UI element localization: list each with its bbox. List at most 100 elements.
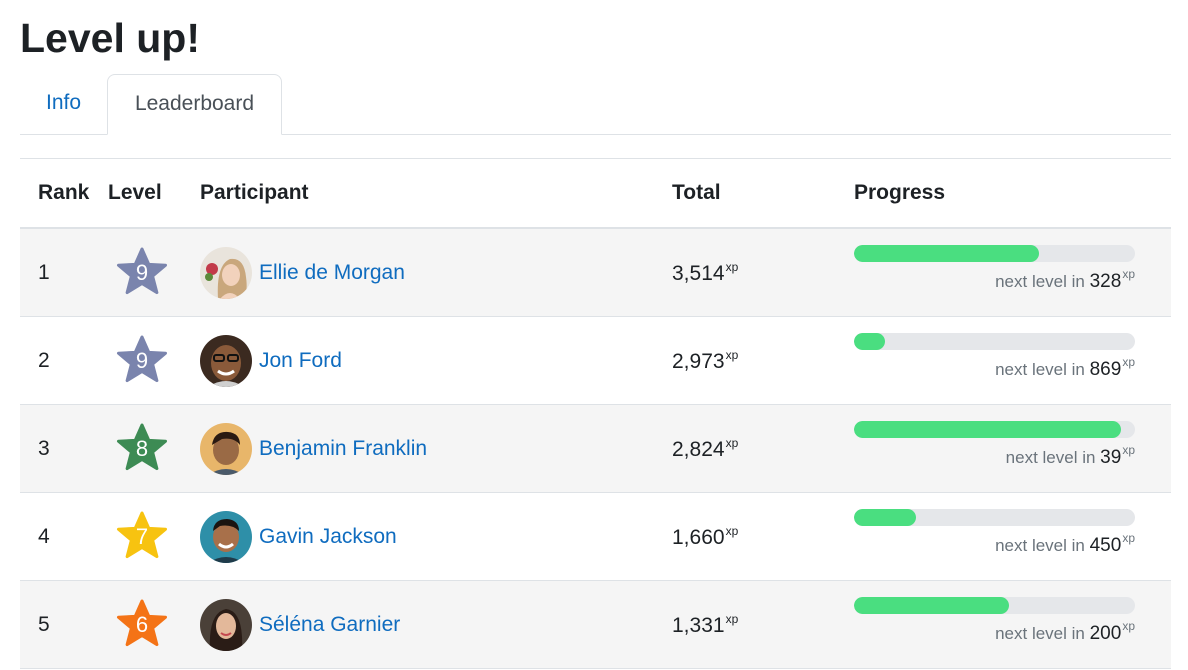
- progress-cell: next level in 869xp: [854, 316, 1171, 405]
- total-cell: 3,514xp: [672, 228, 854, 317]
- next-level-value: 869: [1089, 358, 1122, 380]
- total-value: 2,973: [672, 349, 725, 373]
- level-cell: 8: [108, 404, 200, 493]
- avatar: [200, 334, 252, 387]
- table-header-row: Rank Level Participant Total Progress: [20, 158, 1171, 229]
- participant-cell: Séléna Garnier: [200, 580, 672, 669]
- participant-cell: Jon Ford: [200, 316, 672, 405]
- total-value: 2,824: [672, 437, 725, 461]
- total-value: 1,331: [672, 613, 725, 637]
- table-row: 5 6 Séléna Garnier 1,331xp next level in 200…: [20, 580, 1171, 669]
- total-cell: 1,331xp: [672, 580, 854, 669]
- total-cell: 2,973xp: [672, 316, 854, 405]
- participant-link[interactable]: Séléna Garnier: [259, 613, 400, 637]
- progress-cell: next level in 450xp: [854, 492, 1171, 581]
- progress-bar-fill: [854, 596, 1009, 614]
- next-level-label: next level in: [995, 535, 1085, 555]
- progress-bar: [854, 332, 1135, 350]
- next-level-label: next level in: [995, 623, 1085, 643]
- next-level-info: next level in 450xp: [854, 531, 1135, 557]
- rank-header: Rank: [20, 158, 108, 229]
- table-row: 2 9 Jon Ford 2,973xp next level in 869xp: [20, 316, 1171, 405]
- tab-info[interactable]: Info: [20, 74, 107, 134]
- level-number: 9: [135, 259, 149, 285]
- next-level-value: 39: [1100, 446, 1122, 468]
- rank-cell: 1: [20, 228, 108, 317]
- participant-cell: Gavin Jackson: [200, 492, 672, 581]
- progress-cell: next level in 39xp: [854, 404, 1171, 493]
- xp-unit: xp: [725, 435, 739, 450]
- xp-unit: xp: [725, 523, 739, 538]
- tab-bar: Info Leaderboard: [20, 74, 1171, 135]
- progress-cell: next level in 200xp: [854, 580, 1171, 669]
- next-level-label: next level in: [995, 271, 1085, 291]
- participant-header: Participant: [200, 158, 672, 229]
- level-cell: 9: [108, 228, 200, 317]
- participant-link[interactable]: Jon Ford: [259, 349, 342, 373]
- participant-link[interactable]: Benjamin Franklin: [259, 437, 427, 461]
- progress-bar: [854, 244, 1135, 262]
- xp-unit: xp: [725, 347, 739, 362]
- xp-unit: xp: [1122, 618, 1135, 633]
- rank-cell: 2: [20, 316, 108, 405]
- next-level-info: next level in 328xp: [854, 267, 1135, 293]
- next-level-value: 200: [1089, 622, 1122, 644]
- leaderboard-page: Level up! Info Leaderboard Rank Level Pa…: [0, 0, 1188, 670]
- page-title: Level up!: [20, 15, 200, 61]
- progress-bar: [854, 508, 1135, 526]
- next-level-label: next level in: [995, 359, 1085, 379]
- table-row: 4 7 Gavin Jackson 1,660xp next level in 450x…: [20, 492, 1171, 581]
- level-number: 8: [135, 435, 149, 461]
- total-header: Total: [672, 158, 854, 229]
- progress-bar-fill: [854, 332, 885, 350]
- progress-bar-fill: [854, 420, 1121, 438]
- next-level-value: 450: [1089, 534, 1122, 556]
- total-value: 3,514: [672, 261, 725, 285]
- next-level-value: 328: [1089, 270, 1122, 292]
- rank-cell: 4: [20, 492, 108, 581]
- table-row: 3 8 Benjamin Franklin 2,824xp next level in …: [20, 404, 1171, 493]
- level-header: Level: [108, 158, 200, 229]
- progress-header: Progress: [854, 158, 1171, 229]
- level-number: 7: [135, 523, 149, 549]
- progress-bar: [854, 596, 1135, 614]
- xp-unit: xp: [1122, 530, 1135, 545]
- level-badge: 8: [116, 423, 168, 475]
- level-badge: 7: [116, 511, 168, 563]
- avatar: [200, 598, 252, 651]
- level-badge: 9: [116, 335, 168, 387]
- level-cell: 9: [108, 316, 200, 405]
- level-badge: 6: [116, 599, 168, 651]
- total-value: 1,660: [672, 525, 725, 549]
- leaderboard-table: Rank Level Participant Total Progress 1 9…: [20, 158, 1171, 669]
- participant-link[interactable]: Gavin Jackson: [259, 525, 397, 549]
- rank-cell: 5: [20, 580, 108, 669]
- avatar: [200, 246, 252, 299]
- total-cell: 1,660xp: [672, 492, 854, 581]
- tab-leaderboard[interactable]: Leaderboard: [107, 74, 282, 135]
- avatar: [200, 422, 252, 475]
- table-row: 1 9 Ellie de Morgan 3,514xp next level in 32…: [20, 228, 1171, 317]
- participant-cell: Ellie de Morgan: [200, 228, 672, 317]
- level-cell: 7: [108, 492, 200, 581]
- participant-cell: Benjamin Franklin: [200, 404, 672, 493]
- rank-cell: 3: [20, 404, 108, 493]
- avatar: [200, 510, 252, 563]
- progress-bar: [854, 420, 1135, 438]
- xp-unit: xp: [725, 611, 739, 626]
- level-badge: 9: [116, 247, 168, 299]
- next-level-label: next level in: [1005, 447, 1096, 467]
- next-level-info: next level in 869xp: [854, 355, 1135, 381]
- next-level-info: next level in 39xp: [854, 443, 1135, 469]
- total-cell: 2,824xp: [672, 404, 854, 493]
- level-cell: 6: [108, 580, 200, 669]
- next-level-info: next level in 200xp: [854, 619, 1135, 645]
- xp-unit: xp: [1122, 354, 1135, 369]
- progress-cell: next level in 328xp: [854, 228, 1171, 317]
- level-number: 9: [135, 347, 149, 373]
- level-number: 6: [135, 611, 149, 637]
- progress-bar-fill: [854, 244, 1040, 262]
- participant-link[interactable]: Ellie de Morgan: [259, 261, 405, 285]
- xp-unit: xp: [1122, 266, 1135, 281]
- xp-unit: xp: [1122, 442, 1135, 457]
